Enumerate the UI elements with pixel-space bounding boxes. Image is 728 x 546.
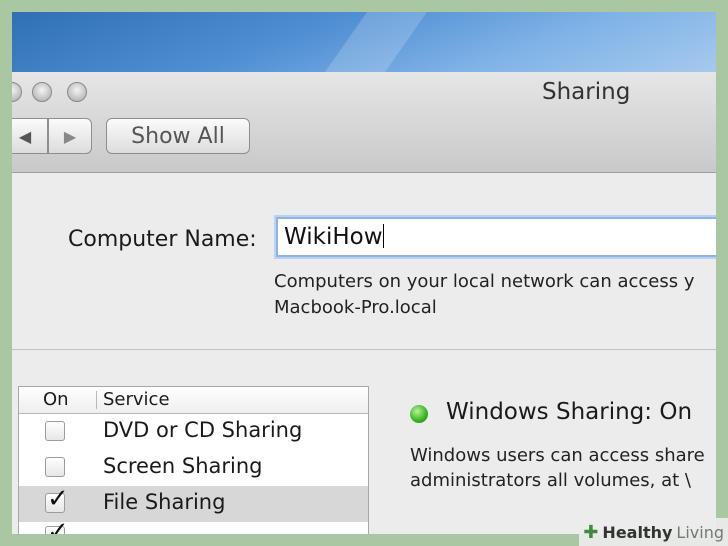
screenshot-frame: Sharing ◀ ▶ Show All Computer Name: Wiki… xyxy=(12,12,716,534)
status-desc-line-1: Windows users can access share xyxy=(410,445,705,466)
sharing-window: Sharing ◀ ▶ Show All Computer Name: Wiki… xyxy=(12,72,716,534)
sharing-content: Computer Name: WikiHow Computers on your… xyxy=(12,173,716,534)
watermark-brand-b: Living xyxy=(676,522,724,542)
show-all-button[interactable]: Show All xyxy=(106,118,250,154)
desktop-background xyxy=(12,12,716,132)
back-button[interactable]: ◀ xyxy=(12,118,48,154)
zoom-window-button[interactable] xyxy=(67,82,87,102)
back-arrow-icon: ◀ xyxy=(18,126,32,146)
status-indicator-icon xyxy=(410,405,428,423)
service-row-file[interactable]: ✓ File Sharing xyxy=(19,486,368,522)
service-row-screen[interactable]: Screen Sharing xyxy=(19,450,368,486)
computer-name-field[interactable]: WikiHow xyxy=(276,217,716,257)
dvd-sharing-checkbox[interactable] xyxy=(45,421,65,441)
text-caret xyxy=(382,224,384,248)
sharing-status-title: Windows Sharing: On xyxy=(446,399,693,425)
service-label: Screen Sharing xyxy=(103,454,263,478)
computer-name-help: Computers on your local network can acce… xyxy=(274,269,695,321)
service-row-partial[interactable]: ✓ xyxy=(19,519,368,534)
status-desc-line-2: administrators all volumes, at \ xyxy=(410,470,691,491)
partial-checkbox[interactable]: ✓ xyxy=(45,519,69,534)
watermark-brand-a: Healthy xyxy=(602,522,673,542)
close-window-button[interactable] xyxy=(12,82,22,102)
window-titlebar: Sharing ◀ ▶ Show All xyxy=(12,72,716,173)
sharing-status-description: Windows users can access share administr… xyxy=(410,443,705,493)
file-sharing-checkbox[interactable]: ✓ xyxy=(45,486,69,513)
checkmark-icon: ✓ xyxy=(47,517,69,534)
header-separator xyxy=(96,391,97,409)
section-divider xyxy=(12,349,716,350)
services-list-header: On Service xyxy=(19,387,368,414)
checkmark-icon: ✓ xyxy=(47,484,69,514)
header-on[interactable]: On xyxy=(43,389,69,410)
service-row-dvd[interactable]: DVD or CD Sharing xyxy=(19,414,368,450)
healthy-living-watermark: ✚ Healthy Living xyxy=(579,518,728,546)
show-all-label: Show All xyxy=(131,123,225,149)
plus-leaf-icon: ✚ xyxy=(583,521,599,543)
computer-name-value: WikiHow xyxy=(284,224,383,250)
computer-name-label: Computer Name: xyxy=(68,227,257,252)
help-line-2: Macbook-Pro.local xyxy=(274,297,437,318)
service-label: File Sharing xyxy=(103,490,226,514)
header-service[interactable]: Service xyxy=(103,389,170,410)
minimize-window-button[interactable] xyxy=(32,82,52,102)
forward-arrow-icon: ▶ xyxy=(63,126,77,146)
window-title: Sharing xyxy=(542,79,631,105)
services-list: On Service DVD or CD Sharing Screen Shar… xyxy=(18,386,369,534)
forward-button[interactable]: ▶ xyxy=(48,118,92,154)
screen-sharing-checkbox[interactable] xyxy=(45,457,65,477)
help-line-1: Computers on your local network can acce… xyxy=(274,271,695,292)
service-label: DVD or CD Sharing xyxy=(103,418,303,442)
